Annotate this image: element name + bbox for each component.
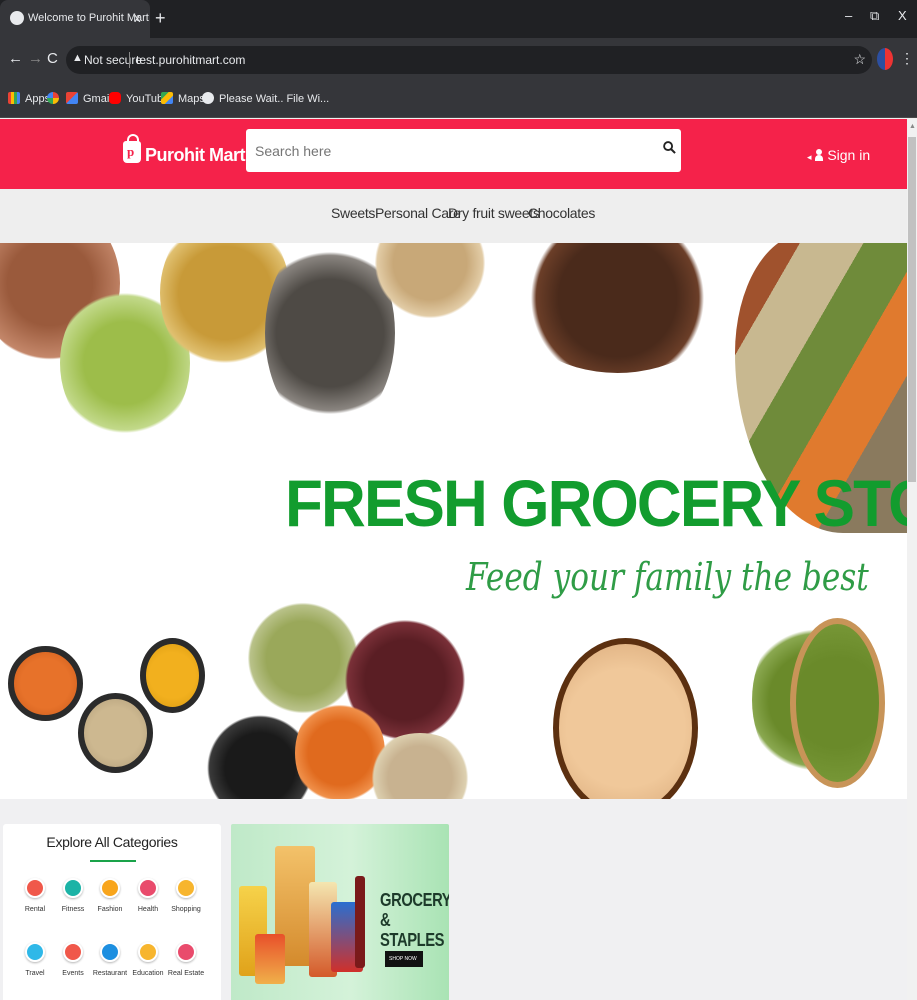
promo-title-line2: & STAPLES	[380, 910, 445, 950]
browser-tab-strip: Welcome to Purohit Mart x + – ⧉ X	[0, 0, 917, 38]
signin-label: Sign in	[827, 147, 871, 163]
minimize-button[interactable]: –	[845, 8, 852, 23]
rental-icon	[25, 878, 45, 898]
chevron-left-icon: ◂	[807, 152, 812, 162]
security-label: Not secure	[84, 53, 143, 67]
omnibox-divider	[129, 52, 130, 68]
user-icon	[815, 149, 824, 161]
product-spice-box	[255, 934, 285, 984]
site-header: p Purohit Mart ◂ Sign in	[0, 119, 907, 189]
page-viewport: p Purohit Mart ◂ Sign in Sweets Personal…	[0, 119, 907, 1000]
apps-grid-icon	[8, 92, 20, 104]
restaurant-icon	[100, 942, 120, 962]
wooden-scoop-bowl	[790, 618, 885, 788]
hero-banner[interactable]: FRESH GROCERY STORE Feed your family the…	[0, 243, 907, 799]
bookmark-gmail[interactable]: Gmail	[66, 92, 112, 105]
google-icon	[47, 92, 59, 104]
browser-toolbar: ← → C ▲ Not secure test.purohitmart.com …	[0, 38, 917, 82]
spice-bowl-flour	[78, 693, 153, 773]
bookmark-star-icon[interactable]: ☆	[853, 51, 866, 68]
nav-item-dry-fruit-sweets[interactable]: Dry fruit sweets	[448, 205, 540, 221]
bookmark-label: Gmail	[83, 93, 112, 105]
back-button[interactable]: ←	[8, 50, 23, 67]
globe-icon	[202, 92, 214, 104]
spice-bowl-orange	[8, 646, 83, 721]
bookmark-apps[interactable]: Apps	[8, 92, 50, 105]
nav-item-chocolates[interactable]: Chocolates	[528, 205, 595, 221]
explore-categories-card: Explore All Categories Rental Fitness Fa…	[3, 824, 221, 1000]
url-text[interactable]: test.purohitmart.com	[136, 53, 245, 67]
youtube-icon	[109, 92, 121, 104]
spice-bowl-turmeric	[140, 638, 205, 713]
browser-tab[interactable]: Welcome to Purohit Mart x	[0, 0, 150, 38]
globe-icon	[10, 11, 24, 25]
close-window-button[interactable]: X	[898, 8, 907, 23]
coffee-beans	[510, 243, 725, 373]
banner-subtitle: Feed your family the best	[466, 555, 869, 599]
education-icon	[138, 942, 158, 962]
events-icon	[63, 942, 83, 962]
bookmark-label: Please Wait.. File Wi...	[219, 93, 330, 105]
brand-logo-text[interactable]: Purohit Mart	[145, 145, 246, 166]
bookmark-google[interactable]	[47, 92, 64, 105]
forward-button[interactable]: →	[28, 50, 43, 67]
search-box	[246, 129, 681, 172]
explore-title: Explore All Categories	[46, 834, 178, 850]
category-shopping[interactable]: Shopping	[164, 878, 208, 913]
peanut-bowl	[553, 638, 698, 799]
bookmark-label: Maps	[178, 93, 205, 105]
shop-now-button[interactable]: SHOP NOW	[385, 951, 423, 967]
menu-kebab-icon[interactable]: ⋮	[900, 50, 914, 67]
product-sauce-bottle	[355, 876, 365, 968]
new-tab-button[interactable]: +	[155, 8, 166, 29]
address-bar[interactable]: ▲ Not secure test.purohitmart.com ☆	[66, 46, 872, 74]
real-estate-icon	[176, 942, 196, 962]
category-nav: Sweets Personal Care Dry fruit sweets Ch…	[0, 189, 907, 243]
reload-button[interactable]: C	[47, 50, 58, 67]
profile-avatar[interactable]	[877, 48, 893, 70]
page-scrollbar[interactable]: ▲	[907, 119, 917, 1000]
bookmarks-bar: Apps Gmail YouTube Maps Please Wait.. Fi…	[0, 82, 917, 118]
shopping-icon	[176, 878, 196, 898]
scroll-up-arrow-icon[interactable]: ▲	[909, 123, 916, 130]
banner-title: FRESH GROCERY STORE	[285, 466, 907, 540]
gmail-icon	[66, 92, 78, 104]
category-label: Shopping	[171, 906, 201, 913]
warning-icon: ▲	[72, 52, 83, 64]
category-label: Real Estate	[167, 970, 205, 977]
promo-title: GROCERY & STAPLES	[380, 890, 449, 950]
search-input[interactable]	[246, 129, 646, 172]
bookmark-maps[interactable]: Maps	[161, 92, 205, 105]
nav-item-sweets[interactable]: Sweets	[331, 205, 375, 221]
promo-title-line1: GROCERY	[380, 890, 449, 910]
restore-button[interactable]: ⧉	[870, 8, 879, 24]
scrollbar-thumb[interactable]	[908, 137, 916, 482]
bookmark-please-wait[interactable]: Please Wait.. File Wi...	[202, 92, 329, 105]
health-icon	[138, 878, 158, 898]
fitness-icon	[63, 878, 83, 898]
grocery-staples-promo[interactable]: GROCERY & STAPLES SHOP NOW	[231, 824, 449, 1000]
logo-bag-icon[interactable]: p	[123, 134, 141, 163]
fashion-icon	[100, 878, 120, 898]
title-underline	[90, 860, 136, 862]
signin-link[interactable]: ◂ Sign in	[807, 147, 870, 163]
tab-title: Welcome to Purohit Mart	[28, 12, 149, 24]
search-icon[interactable]	[663, 141, 676, 154]
tab-close-button[interactable]: x	[134, 10, 141, 25]
maps-icon	[161, 92, 173, 104]
category-real-estate[interactable]: Real Estate	[164, 942, 208, 977]
travel-icon	[25, 942, 45, 962]
